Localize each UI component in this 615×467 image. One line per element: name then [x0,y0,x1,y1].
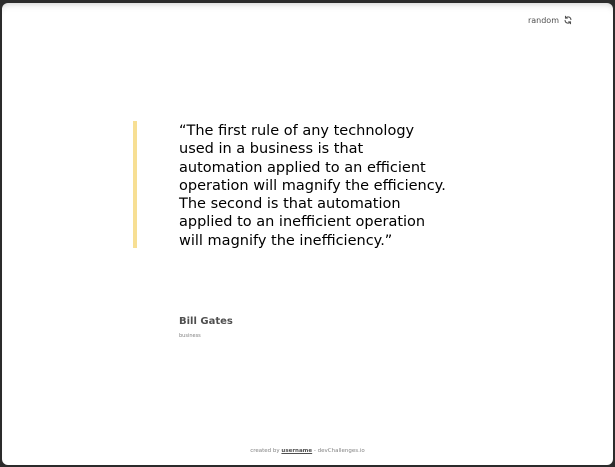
footer-prefix: created by [250,448,282,454]
quote-text: “The first rule of any technology used i… [179,123,446,249]
quote-accent-bar [133,121,137,248]
refresh-icon [563,15,573,25]
random-label: random [527,15,559,25]
app-window: random “The first rule of any technology… [2,3,613,465]
author-name: Bill Gates [179,316,233,327]
footer-suffix: - devChallenges.io [312,448,365,454]
footer-username-link[interactable]: username [281,448,312,454]
author-genre: business [179,333,201,339]
footer: created by username - devChallenges.io [2,448,613,454]
random-button[interactable]: random [528,15,573,25]
